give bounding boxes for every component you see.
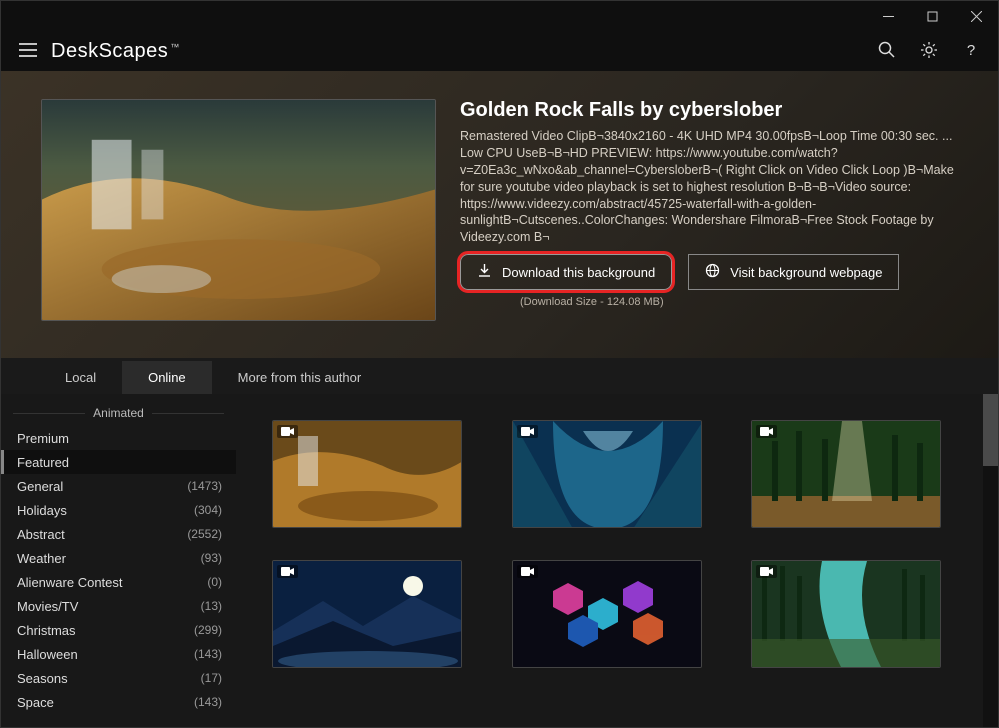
app-title: DeskScapes xyxy=(51,40,168,63)
category-count: (0) xyxy=(207,575,222,589)
gallery-item-waterfall-golden[interactable] xyxy=(272,420,462,528)
category-count: (143) xyxy=(194,695,222,709)
video-badge-icon xyxy=(517,565,538,578)
category-alienware-contest[interactable]: Alienware Contest (0) xyxy=(1,570,236,594)
video-badge-icon xyxy=(277,565,298,578)
sidebar: Animated Premium Featured General (1473) Hol… xyxy=(1,394,236,727)
category-holidays[interactable]: Holidays (304) xyxy=(1,498,236,522)
category-count: (93) xyxy=(201,551,222,565)
download-button-label: Download this background xyxy=(502,265,655,280)
hamburger-menu-icon[interactable] xyxy=(19,43,37,60)
gallery-item-river-green[interactable] xyxy=(751,560,941,668)
tabs-bar: LocalOnlineMore from this author xyxy=(1,358,998,394)
video-badge-icon xyxy=(277,425,298,438)
gallery-item-moon-mountains[interactable] xyxy=(272,560,462,668)
hero-description: Remastered Video ClipВ¬3840x2160 - 4K UH… xyxy=(460,128,966,246)
window-title-bar xyxy=(1,1,998,31)
tab-online[interactable]: Online xyxy=(122,361,212,394)
visit-webpage-button[interactable]: Visit background webpage xyxy=(688,254,899,290)
trademark-symbol: ™ xyxy=(170,42,179,52)
help-icon[interactable]: ? xyxy=(962,41,980,62)
category-label: Seasons xyxy=(17,671,68,686)
category-label: Premium xyxy=(17,431,69,446)
gallery-scrollbar[interactable] xyxy=(983,394,998,727)
category-count: (13) xyxy=(201,599,222,613)
category-label: Halloween xyxy=(17,647,78,662)
sidebar-section-header: Animated xyxy=(1,402,236,424)
category-halloween[interactable]: Halloween (143) xyxy=(1,642,236,666)
window-close-button[interactable] xyxy=(954,1,998,31)
category-count: (304) xyxy=(194,503,222,517)
globe-icon xyxy=(705,263,720,281)
video-badge-icon xyxy=(517,425,538,438)
category-label: Alienware Contest xyxy=(17,575,123,590)
category-count: (1473) xyxy=(187,479,222,493)
hero-panel: Golden Rock Falls by cyberslober Remaste… xyxy=(1,71,998,358)
category-label: Space xyxy=(17,695,54,710)
category-premium[interactable]: Premium xyxy=(1,426,236,450)
sidebar-section-label: Animated xyxy=(93,406,144,420)
category-label: Christmas xyxy=(17,623,76,638)
settings-gear-icon[interactable] xyxy=(920,41,938,62)
gallery-grid xyxy=(236,394,983,727)
gallery-item-ice-cave[interactable] xyxy=(512,420,702,528)
category-label: Abstract xyxy=(17,527,65,542)
category-seasons[interactable]: Seasons (17) xyxy=(1,666,236,690)
category-label: Holidays xyxy=(17,503,67,518)
video-badge-icon xyxy=(756,425,777,438)
category-count: (143) xyxy=(194,647,222,661)
download-background-button[interactable]: Download this background xyxy=(460,254,672,290)
category-count: (299) xyxy=(194,623,222,637)
category-weather[interactable]: Weather (93) xyxy=(1,546,236,570)
search-icon[interactable] xyxy=(878,41,896,62)
video-badge-icon xyxy=(756,565,777,578)
category-label: Featured xyxy=(17,455,69,470)
visit-button-label: Visit background webpage xyxy=(730,265,882,280)
category-space[interactable]: Space (143) xyxy=(1,690,236,714)
hero-preview-image[interactable] xyxy=(41,99,436,321)
window-maximize-button[interactable] xyxy=(910,1,954,31)
category-abstract[interactable]: Abstract (2552) xyxy=(1,522,236,546)
gallery-item-forest-rays[interactable] xyxy=(751,420,941,528)
category-count: (17) xyxy=(201,671,222,685)
tab-local[interactable]: Local xyxy=(39,361,122,394)
tab-more-from-this-author[interactable]: More from this author xyxy=(212,361,388,394)
category-label: Movies/TV xyxy=(17,599,78,614)
download-icon xyxy=(477,263,492,281)
download-size-label: (Download Size - 124.08 MB) xyxy=(520,296,966,308)
gallery-item-hexagons[interactable] xyxy=(512,560,702,668)
category-label: General xyxy=(17,479,63,494)
svg-text:?: ? xyxy=(967,42,975,59)
category-count: (2552) xyxy=(187,527,222,541)
category-movies-tv[interactable]: Movies/TV (13) xyxy=(1,594,236,618)
category-label: Weather xyxy=(17,551,66,566)
scrollbar-thumb[interactable] xyxy=(983,394,998,466)
app-header: DeskScapes ™ ? xyxy=(1,31,998,71)
hero-title: Golden Rock Falls by cyberslober xyxy=(460,99,966,122)
category-featured[interactable]: Featured xyxy=(1,450,236,474)
window-minimize-button[interactable] xyxy=(866,1,910,31)
category-christmas[interactable]: Christmas (299) xyxy=(1,618,236,642)
category-general[interactable]: General (1473) xyxy=(1,474,236,498)
